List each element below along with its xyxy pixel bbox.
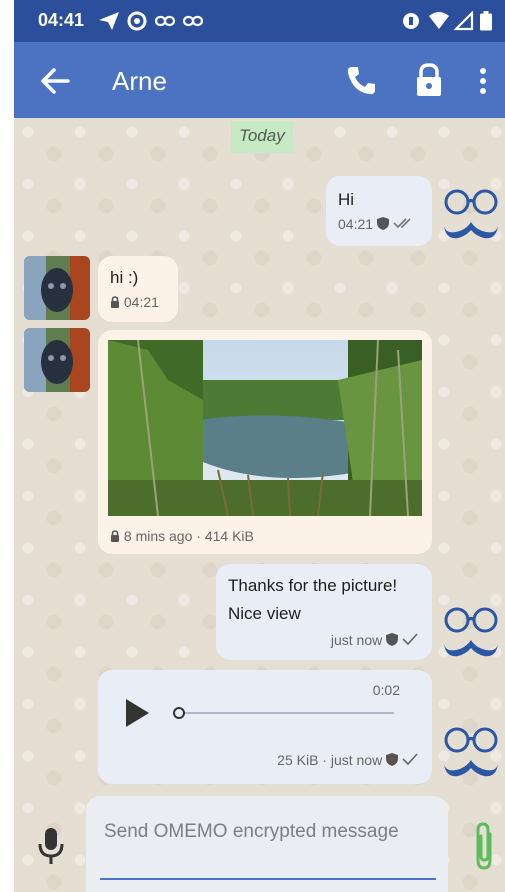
chat-title[interactable]: Arne <box>112 66 167 97</box>
send-icon <box>99 12 119 30</box>
play-icon[interactable] <box>124 698 150 728</box>
mic-icon[interactable] <box>36 826 66 866</box>
contact-avatar[interactable] <box>24 256 90 320</box>
message-bubble[interactable]: Thanks for the picture! Nice view just n… <box>216 564 432 660</box>
audio-duration: 0:02 <box>372 682 400 698</box>
back-arrow-icon[interactable] <box>38 64 72 98</box>
lock-icon <box>111 296 119 308</box>
image-message-bubble[interactable]: 8 mins ago · 414 KiB <box>98 330 432 554</box>
vpn-key-icon <box>403 13 419 29</box>
message-box[interactable] <box>86 796 448 892</box>
message-time: 25 KiB · just now <box>277 752 383 768</box>
message-text: Thanks for the picture! <box>228 576 398 595</box>
lock-icon[interactable] <box>412 62 446 98</box>
message-text: Hi <box>338 190 355 209</box>
message-bubble[interactable]: Hi 04:21 <box>326 176 432 246</box>
audio-seekbar[interactable] <box>174 712 394 714</box>
lake-photo[interactable] <box>108 340 422 516</box>
toolbar: Arne <box>14 42 505 118</box>
message-composer <box>14 796 505 892</box>
message-meta: just now <box>331 632 418 648</box>
double-check-icon <box>393 218 411 229</box>
check-icon <box>402 753 418 766</box>
message-meta: 04:21 <box>338 216 415 232</box>
audio-message-bubble[interactable]: 0:02 25 KiB · just now <box>98 670 432 784</box>
message-time: just now <box>330 632 383 648</box>
shield-icon <box>376 217 389 230</box>
app-screen: 04:41 Arne Today Hi 04:21 hi:) 04:21 8 … <box>14 0 505 892</box>
contact-avatar[interactable] <box>24 328 90 392</box>
check-icon <box>402 633 418 646</box>
message-meta: 25 KiB · just now <box>277 752 418 768</box>
wifi-icon <box>429 12 449 29</box>
chat-area[interactable]: Today Hi 04:21 hi :) 04:21 8 mins ago · … <box>14 118 505 892</box>
audio-seek-handle[interactable] <box>173 707 185 719</box>
message-time: 04:21 <box>338 216 374 232</box>
lock-icon <box>111 530 119 542</box>
message-meta: 8 mins ago · 414 KiB <box>110 528 254 544</box>
link-icon <box>182 15 204 27</box>
shield-icon <box>386 753 399 766</box>
message-time: 8 mins ago · 414 KiB <box>123 528 254 544</box>
more-vert-icon[interactable] <box>472 64 494 98</box>
battery-icon <box>480 11 492 31</box>
message-time: 04:21 <box>123 294 159 310</box>
phone-icon[interactable] <box>344 64 378 98</box>
date-separator: Today <box>231 121 293 153</box>
message-text: Nice view <box>228 604 301 623</box>
own-avatar <box>444 607 498 657</box>
status-bar: 04:41 <box>14 0 505 42</box>
input-underline <box>100 878 436 880</box>
message-input[interactable] <box>104 818 424 874</box>
message-meta: 04:21 <box>110 294 159 310</box>
own-avatar <box>444 727 498 777</box>
shield-icon <box>386 633 399 646</box>
message-text: hi :) <box>110 268 139 287</box>
status-time: 04:41 <box>38 10 85 30</box>
message-bubble[interactable]: hi :) 04:21 <box>98 256 178 322</box>
paperclip-icon[interactable] <box>470 820 498 872</box>
data-saver-icon <box>127 11 147 31</box>
link-icon <box>154 15 176 27</box>
signal-icon <box>454 11 474 31</box>
own-avatar <box>444 189 498 239</box>
